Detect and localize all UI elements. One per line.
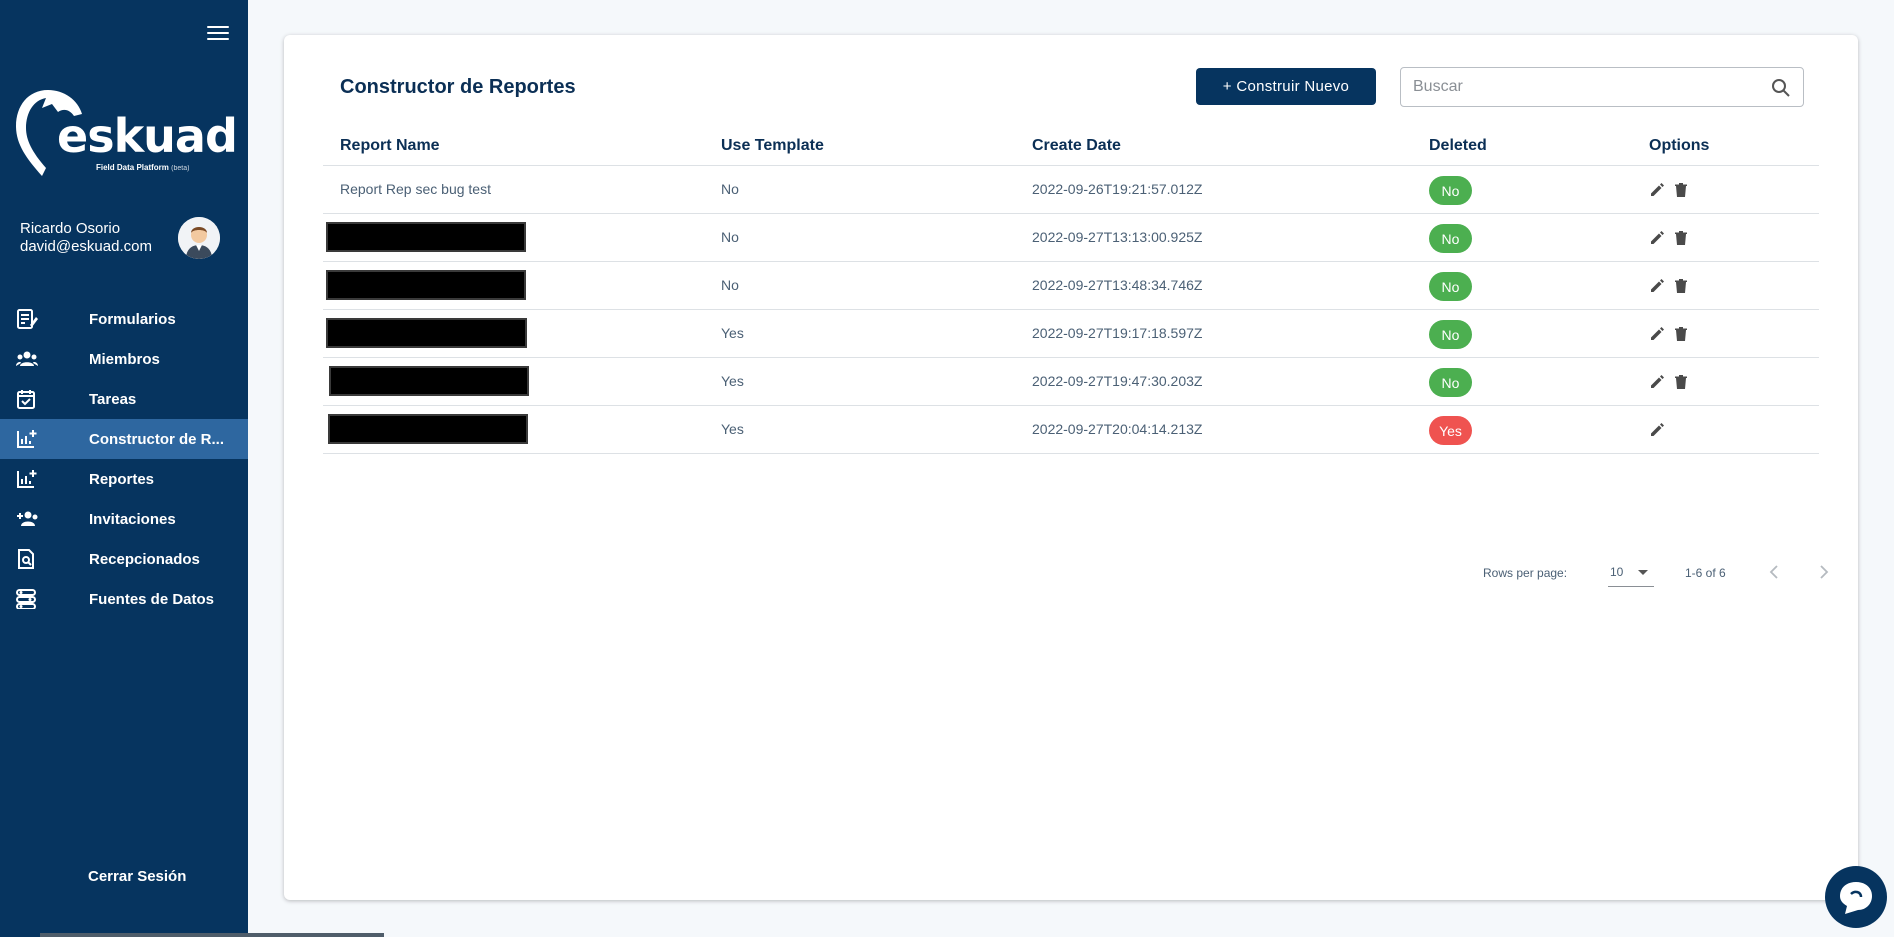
rows-per-page-select[interactable]: 10 xyxy=(1608,561,1654,587)
sidebar-item-label: Formularios xyxy=(89,310,176,328)
table-row[interactable]: Yes 2022-09-27T19:47:30.203Z No xyxy=(323,358,1819,406)
horizontal-scrollbar[interactable] xyxy=(40,933,384,937)
column-header-create-date[interactable]: Create Date xyxy=(1032,137,1121,155)
sidebar-item-label: Invitaciones xyxy=(89,510,176,528)
edit-icon[interactable] xyxy=(1649,182,1665,198)
members-icon xyxy=(16,351,38,366)
report-name-cell: Report Rep sec bug test xyxy=(340,181,491,197)
delete-icon[interactable] xyxy=(1673,182,1689,198)
sidebar-item-label: Constructor de R... xyxy=(89,430,225,448)
sidebar-nav: Formularios Miembros Tareas Constructor … xyxy=(0,299,248,619)
create-date-cell: 2022-09-26T19:21:57.012Z xyxy=(1032,181,1203,197)
rows-per-page-value: 10 xyxy=(1610,565,1624,579)
create-date-cell: 2022-09-27T19:17:18.597Z xyxy=(1032,325,1203,341)
main-card: Constructor de Reportes + Construir Nuev… xyxy=(284,35,1858,900)
use-template-cell: Yes xyxy=(721,325,744,341)
form-icon xyxy=(17,309,38,329)
chevron-left-icon[interactable] xyxy=(1763,561,1785,583)
search-input[interactable] xyxy=(1413,76,1753,98)
sidebar-item-label: Miembros xyxy=(89,350,160,368)
deleted-status-badge: No xyxy=(1429,320,1472,349)
user-email: david@eskuad.com xyxy=(20,238,152,255)
chart-add-icon xyxy=(17,470,37,488)
edit-icon[interactable] xyxy=(1649,230,1665,246)
column-header-use-template[interactable]: Use Template xyxy=(721,137,824,155)
edit-icon[interactable] xyxy=(1649,374,1665,390)
redacted-report-name xyxy=(329,366,529,396)
delete-icon[interactable] xyxy=(1673,278,1689,294)
sidebar-item-invitaciones[interactable]: Invitaciones xyxy=(0,499,248,539)
build-new-button[interactable]: + Construir Nuevo xyxy=(1196,68,1376,105)
create-date-cell: 2022-09-27T19:47:30.203Z xyxy=(1032,373,1203,389)
logo-subtitle: Field Data Platform (beta) xyxy=(96,163,190,172)
column-header-report-name[interactable]: Report Name xyxy=(340,137,440,155)
search-icon[interactable] xyxy=(1771,78,1791,98)
person-add-icon xyxy=(17,511,38,526)
table-row[interactable]: No 2022-09-27T13:13:00.925Z No xyxy=(323,214,1819,262)
create-date-cell: 2022-09-27T13:48:34.746Z xyxy=(1032,277,1203,293)
search-box xyxy=(1400,67,1804,107)
chat-button[interactable] xyxy=(1825,866,1887,928)
sidebar: eskuad Field Data Platform (beta) Ricard… xyxy=(0,0,248,937)
chevron-right-icon[interactable] xyxy=(1813,561,1835,583)
search-document-icon xyxy=(18,549,34,569)
delete-icon[interactable] xyxy=(1673,230,1689,246)
logo-text: eskuad xyxy=(57,109,238,163)
redacted-report-name xyxy=(326,270,526,300)
eskuad-logo: eskuad Field Data Platform (beta) xyxy=(12,86,238,181)
edit-icon[interactable] xyxy=(1649,278,1665,294)
sidebar-item-reportes[interactable]: Reportes xyxy=(0,459,248,499)
page-title: Constructor de Reportes xyxy=(340,76,576,98)
page-range-label: 1-6 of 6 xyxy=(1685,566,1726,580)
chevron-down-icon xyxy=(1638,570,1648,575)
delete-icon[interactable] xyxy=(1673,374,1689,390)
table-row[interactable]: No 2022-09-27T13:48:34.746Z No xyxy=(323,262,1819,310)
deleted-status-badge: No xyxy=(1429,176,1472,205)
table-row[interactable]: Yes 2022-09-27T19:17:18.597Z No xyxy=(323,310,1819,358)
sidebar-item-label: Recepcionados xyxy=(89,550,200,568)
data-sources-icon xyxy=(16,589,36,609)
table-header: Report Name Use Template Create Date Del… xyxy=(323,127,1819,166)
use-template-cell: Yes xyxy=(721,421,744,437)
table-row[interactable]: Yes 2022-09-27T20:04:14.213Z Yes xyxy=(323,406,1819,454)
sidebar-item-constructor[interactable]: Constructor de R... xyxy=(0,419,248,459)
sidebar-item-label: Reportes xyxy=(89,470,155,488)
redacted-report-name xyxy=(326,318,527,348)
column-header-deleted[interactable]: Deleted xyxy=(1429,137,1487,155)
sidebar-item-fuentes-de-datos[interactable]: Fuentes de Datos xyxy=(0,579,248,619)
delete-icon[interactable] xyxy=(1673,326,1689,342)
calendar-check-icon xyxy=(17,390,35,409)
table-row[interactable]: Report Rep sec bug test No 2022-09-26T19… xyxy=(323,166,1819,214)
rows-per-page-label: Rows per page: xyxy=(1483,566,1568,580)
sidebar-item-recepcionados[interactable]: Recepcionados xyxy=(0,539,248,579)
deleted-status-badge: No xyxy=(1429,368,1472,397)
sidebar-item-label: Tareas xyxy=(89,390,137,408)
use-template-cell: No xyxy=(721,181,739,197)
redacted-report-name xyxy=(326,222,526,252)
use-template-cell: No xyxy=(721,277,739,293)
column-header-options[interactable]: Options xyxy=(1649,137,1709,155)
user-info: Ricardo Osorio david@eskuad.com xyxy=(20,220,152,256)
redacted-report-name xyxy=(328,414,528,444)
sidebar-item-miembros[interactable]: Miembros xyxy=(0,339,248,379)
chart-add-icon xyxy=(17,430,37,448)
deleted-status-badge: No xyxy=(1429,272,1472,301)
avatar[interactable] xyxy=(178,217,220,259)
menu-icon[interactable] xyxy=(207,26,229,44)
create-date-cell: 2022-09-27T13:13:00.925Z xyxy=(1032,229,1203,245)
logout-button[interactable]: Cerrar Sesión xyxy=(88,868,186,885)
edit-icon[interactable] xyxy=(1649,422,1665,438)
sidebar-item-label: Fuentes de Datos xyxy=(89,590,215,608)
user-name: Ricardo Osorio xyxy=(20,220,121,237)
use-template-cell: Yes xyxy=(721,373,744,389)
sidebar-item-tareas[interactable]: Tareas xyxy=(0,379,248,419)
use-template-cell: No xyxy=(721,229,739,245)
deleted-status-badge: Yes xyxy=(1429,416,1472,445)
reports-table: Report Name Use Template Create Date Del… xyxy=(323,127,1829,587)
edit-icon[interactable] xyxy=(1649,326,1665,342)
deleted-status-badge: No xyxy=(1429,224,1472,253)
chat-icon xyxy=(1840,882,1872,914)
sidebar-item-formularios[interactable]: Formularios xyxy=(0,299,248,339)
create-date-cell: 2022-09-27T20:04:14.213Z xyxy=(1032,421,1203,437)
